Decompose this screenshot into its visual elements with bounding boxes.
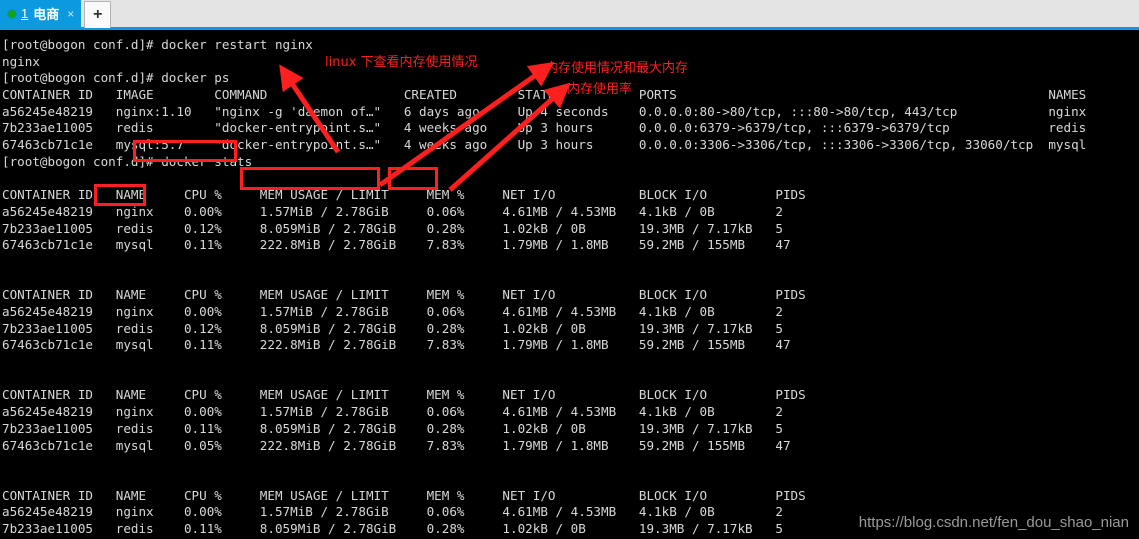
terminal-line: [root@bogon conf.d]# docker ps: [2, 70, 230, 86]
terminal-line: 67463cb71c1e mysql 0.05% 222.8MiB / 2.78…: [2, 437, 791, 453]
terminal-line: 7b233ae11005 redis 0.11% 8.059MiB / 2.78…: [2, 420, 783, 436]
terminal-line: CONTAINER ID NAME CPU % MEM USAGE / LIMI…: [2, 487, 806, 503]
terminal-line: a56245e48219 nginx 0.00% 1.57MiB / 2.78G…: [2, 304, 783, 319]
terminal-line: 7b233ae11005 redis "docker-entrypoint.s……: [2, 120, 1087, 136]
tab-dianshang[interactable]: 1 电商 ×: [0, 0, 82, 27]
tab-bar: 1 电商 × +: [0, 0, 1139, 30]
terminal-line: a56245e48219 nginx 0.00% 1.57MiB / 2.78G…: [2, 203, 783, 219]
terminal-line: 7b233ae11005 redis 0.12% 8.059MiB / 2.78…: [2, 220, 783, 236]
terminal-window: 1 电商 × + [root@bogon conf.d]# docker res…: [0, 0, 1139, 539]
terminal-line: 67463cb71c1e mysql 0.11% 222.8MiB / 2.78…: [2, 337, 791, 353]
terminal-line: a56245e48219 nginx:1.10 "nginx -g 'daemo…: [2, 103, 1087, 119]
connection-status-dot: [8, 9, 16, 18]
terminal-line: CONTAINER ID IMAGE COMMAND CREATED STATU…: [2, 87, 1087, 103]
terminal-line: CONTAINER ID NAME CPU % MEM USAGE / LIMI…: [2, 287, 806, 303]
terminal-line: CONTAINER ID NAME CPU % MEM USAGE / LIMI…: [2, 187, 806, 203]
tab-index-label: 1: [21, 6, 29, 21]
terminal-line: CONTAINER ID NAME CPU % MEM USAGE / LIMI…: [2, 387, 806, 403]
close-icon[interactable]: ×: [67, 8, 74, 20]
terminal-output[interactable]: [root@bogon conf.d]# docker restart ngin…: [0, 33, 1139, 539]
terminal-line: 67463cb71c1e mysql 0.11% 222.8MiB / 2.78…: [2, 237, 791, 253]
terminal-line: 7b233ae11005 redis 0.12% 8.059MiB / 2.78…: [2, 320, 783, 336]
tab-title-label: 电商: [33, 8, 60, 23]
terminal-line: nginx: [2, 53, 40, 69]
watermark: https://blog.csdn.net/fen_dou_shao_nian: [858, 514, 1129, 531]
terminal-line: a56245e48219 nginx 0.00% 1.57MiB / 2.78G…: [2, 404, 783, 420]
terminal-line: [root@bogon conf.d]# docker stats: [2, 153, 253, 169]
terminal-line: 67463cb71c1e mysql:5.7 "docker-entrypoin…: [2, 137, 1087, 153]
new-tab-button[interactable]: +: [84, 1, 112, 28]
terminal-line: [root@bogon conf.d]# docker restart ngin…: [2, 37, 313, 52]
